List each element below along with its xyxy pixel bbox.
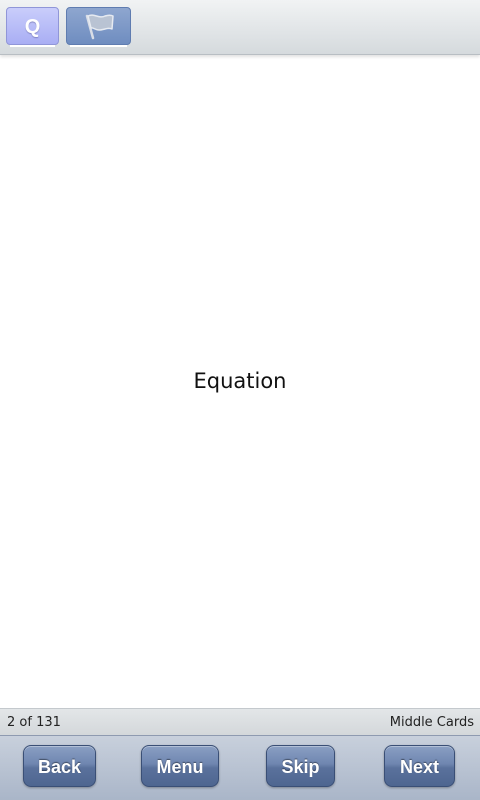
flag-icon xyxy=(85,14,114,40)
flag-button[interactable] xyxy=(66,7,131,47)
card-text: Equation xyxy=(193,368,287,393)
deck-name: Middle Cards xyxy=(389,715,474,730)
menu-button[interactable]: Menu xyxy=(141,745,219,787)
status-bar: 2 of 131 Middle Cards xyxy=(0,708,480,736)
question-button-label: Q xyxy=(24,16,41,38)
skip-button[interactable]: Skip xyxy=(266,745,335,787)
top-toolbar: Q xyxy=(0,0,480,55)
question-button[interactable]: Q xyxy=(6,7,59,47)
flashcard-app: Q Equation 2 of 131 Middle Cards Back Me… xyxy=(0,0,480,800)
next-button[interactable]: Next xyxy=(384,745,455,787)
card-progress: 2 of 131 xyxy=(7,715,61,730)
bottom-nav: Back Menu Skip Next xyxy=(0,735,480,800)
back-button[interactable]: Back xyxy=(23,745,96,787)
card-area[interactable]: Equation xyxy=(0,56,480,708)
